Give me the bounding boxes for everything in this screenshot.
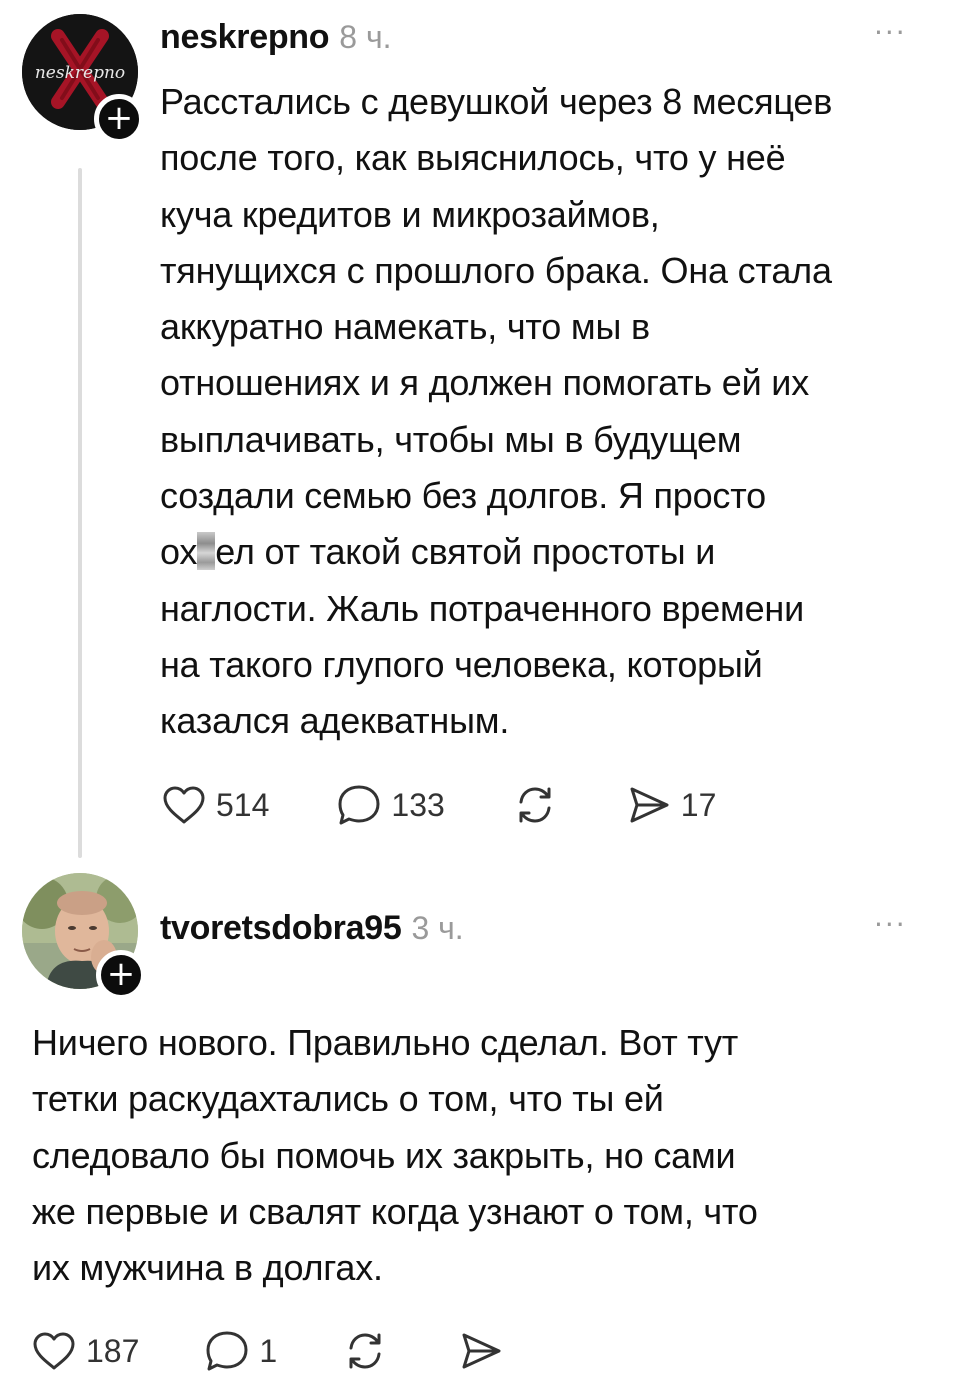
repost-icon: [349, 1333, 381, 1369]
more-icon[interactable]: ···: [874, 908, 907, 941]
heart-icon: [163, 786, 205, 824]
thread-line: [78, 168, 82, 858]
comment-count: 133: [391, 786, 445, 823]
comment-button[interactable]: 1: [205, 1330, 277, 1372]
comment-count: 1: [259, 1332, 278, 1369]
post-header: neskrepno 8 ч.: [160, 18, 392, 57]
more-icon[interactable]: ···: [874, 16, 907, 49]
post-time: 8 ч.: [339, 19, 392, 55]
repost-button[interactable]: [343, 1330, 387, 1372]
like-count: 187: [86, 1332, 140, 1369]
repost-icon: [519, 787, 551, 823]
follow-plus-icon[interactable]: +: [96, 950, 146, 1000]
comment-icon: [338, 785, 380, 825]
share-icon: [630, 787, 669, 823]
post-header: tvoretsdobra95 3 ч.: [160, 909, 464, 948]
repost-button[interactable]: [513, 784, 557, 826]
post-text-part: Расстались с девушкой через 8 месяцев по…: [160, 81, 833, 573]
username[interactable]: neskrepno: [160, 18, 330, 57]
comment-button[interactable]: 133: [337, 784, 445, 826]
like-count: 514: [216, 786, 270, 823]
post-text-part: ел от такой святой простоты и наглости. …: [160, 531, 805, 742]
share-icon: [462, 1333, 501, 1369]
svg-text:neskrepno: neskrepno: [35, 63, 125, 83]
like-button[interactable]: 187: [32, 1331, 139, 1371]
comment-icon: [206, 1331, 248, 1371]
like-button[interactable]: 514: [162, 785, 269, 825]
share-button[interactable]: [459, 1331, 503, 1371]
share-count: 17: [680, 786, 717, 823]
share-button[interactable]: 17: [627, 785, 717, 825]
username[interactable]: tvoretsdobra95: [160, 909, 402, 948]
follow-plus-icon[interactable]: +: [94, 94, 144, 144]
post-text: Расстались с девушкой через 8 месяцев по…: [160, 74, 950, 750]
post-actions: 514 133 17: [162, 784, 716, 826]
reply-actions: 187 1: [32, 1330, 503, 1372]
heart-icon: [33, 1332, 75, 1370]
post-time: 3 ч.: [411, 910, 464, 946]
censor-blur: [197, 532, 216, 571]
reply-text: Ничего нового. Правильно сделал. Вот тут…: [32, 1022, 758, 1289]
